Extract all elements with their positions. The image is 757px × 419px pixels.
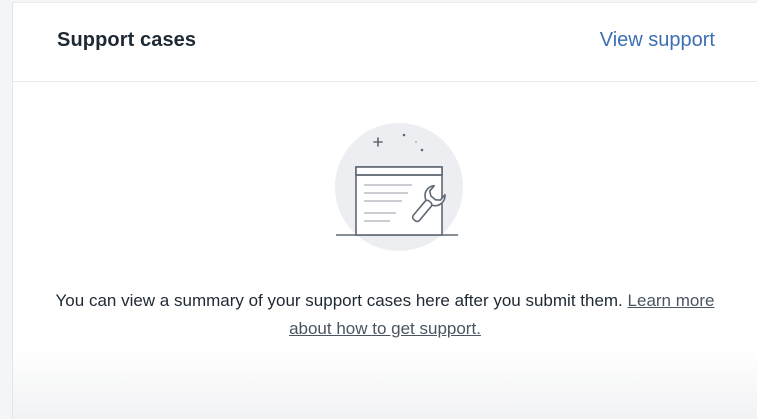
page-background: Support cases View support You can view … (0, 0, 757, 419)
card-header: Support cases View support (13, 3, 757, 82)
card-bottom-fade (13, 349, 757, 419)
empty-state-text: You can view a summary of your support c… (55, 291, 623, 310)
empty-state-message: You can view a summary of your support c… (53, 287, 717, 343)
empty-state-illustration-icon (320, 121, 470, 251)
view-support-link[interactable]: View support (600, 29, 715, 52)
support-cases-card: Support cases View support You can view … (12, 2, 757, 419)
card-title: Support cases (57, 29, 197, 51)
